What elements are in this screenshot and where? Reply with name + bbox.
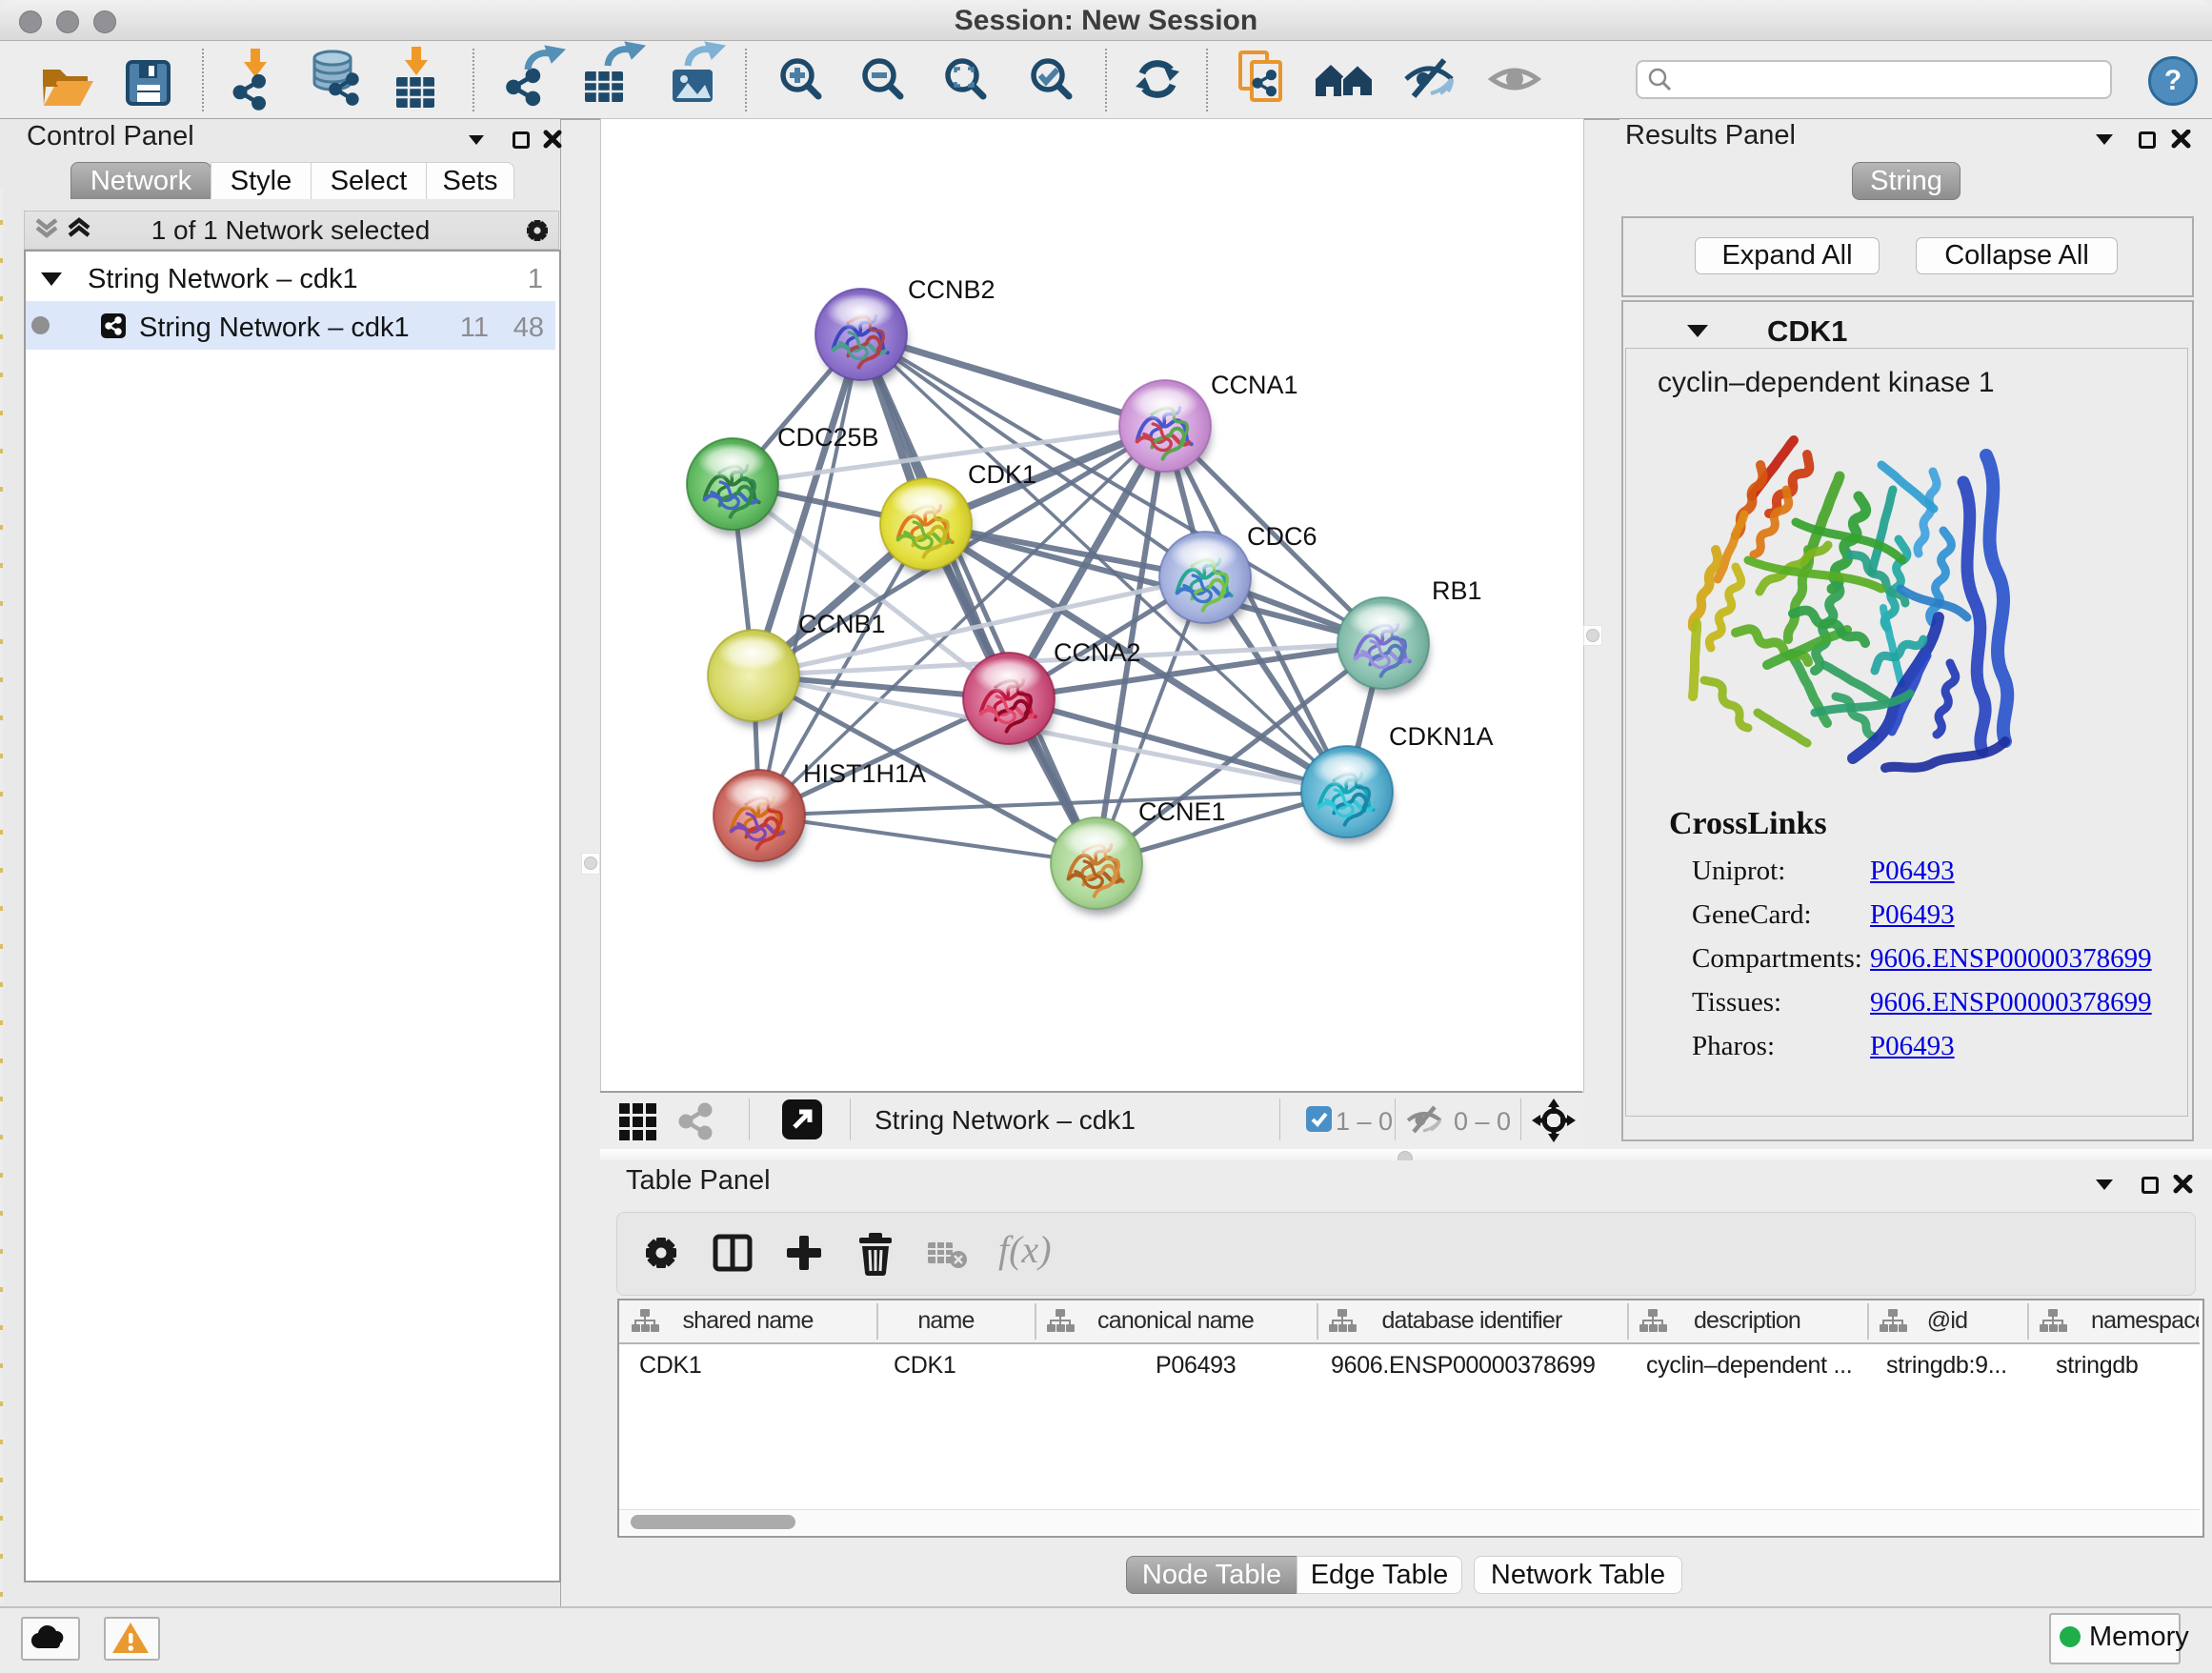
svg-text:HIST1H1A: HIST1H1A (803, 759, 926, 788)
svg-text:CDC6: CDC6 (1247, 522, 1317, 551)
svg-text:CDK1: CDK1 (968, 460, 1036, 489)
svg-text:CDKN1A: CDKN1A (1389, 722, 1494, 751)
svg-text:CDC25B: CDC25B (777, 423, 879, 452)
svg-text:CCNB1: CCNB1 (798, 610, 886, 638)
svg-text:RB1: RB1 (1432, 576, 1482, 605)
svg-text:CCNE1: CCNE1 (1138, 797, 1226, 826)
svg-text:CCNA1: CCNA1 (1211, 371, 1298, 399)
svg-text:CCNA2: CCNA2 (1054, 638, 1141, 667)
svg-text:CCNB2: CCNB2 (908, 275, 995, 304)
